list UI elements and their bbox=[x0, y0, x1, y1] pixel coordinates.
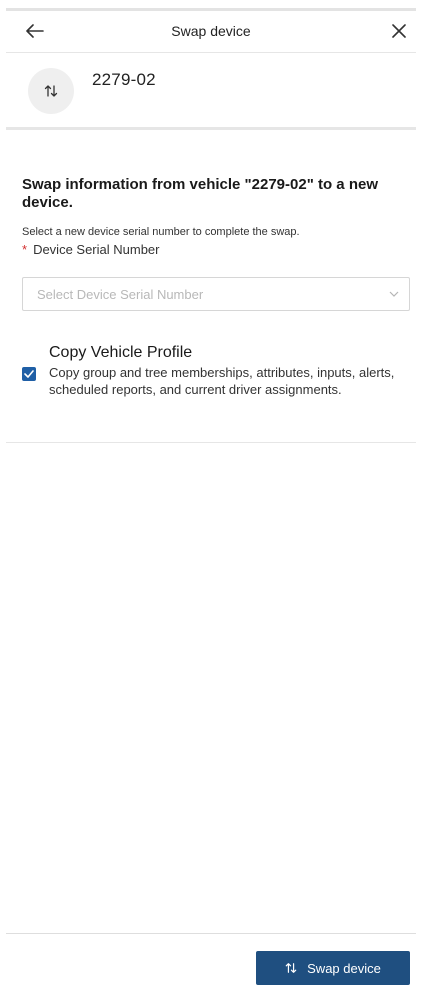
swap-form: Swap information from vehicle "2279-02" … bbox=[22, 176, 410, 311]
vehicle-avatar bbox=[28, 68, 74, 114]
swap-arrows-icon bbox=[285, 962, 297, 974]
header-divider bbox=[6, 52, 416, 53]
field-label-text: Device Serial Number bbox=[33, 242, 160, 257]
helper-text: Select a new device serial number to com… bbox=[22, 226, 300, 238]
copy-profile-checkbox[interactable] bbox=[22, 367, 36, 381]
form-heading: Swap information from vehicle "2279-02" … bbox=[22, 176, 378, 211]
copy-profile-row: Copy group and tree memberships, attribu… bbox=[22, 364, 410, 398]
select-placeholder: Select Device Serial Number bbox=[37, 286, 204, 302]
device-serial-select[interactable]: Select Device Serial Number bbox=[22, 277, 410, 311]
close-button[interactable] bbox=[386, 18, 412, 44]
top-divider bbox=[6, 8, 416, 11]
checkmark-icon bbox=[24, 370, 34, 378]
footer-divider bbox=[6, 933, 416, 934]
device-serial-label: * Device Serial Number bbox=[22, 242, 410, 257]
copy-profile-title: Copy Vehicle Profile bbox=[49, 344, 193, 361]
vehicle-summary: 2279-02 bbox=[28, 68, 156, 114]
panel-header: Swap device bbox=[6, 12, 416, 50]
vehicle-name: 2279-02 bbox=[92, 70, 156, 89]
swap-device-button[interactable]: Swap device bbox=[256, 951, 410, 985]
required-marker: * bbox=[22, 242, 28, 257]
copy-profile-description: Copy group and tree memberships, attribu… bbox=[49, 365, 395, 397]
swap-arrows-icon bbox=[44, 85, 58, 97]
arrow-left-icon bbox=[26, 24, 44, 38]
swap-device-panel: Swap device 2279-02 Swap information fro… bbox=[0, 0, 422, 985]
copy-profile-section: Copy Vehicle Profile Copy group and tree… bbox=[22, 344, 410, 398]
page-title: Swap device bbox=[171, 23, 251, 39]
section-divider bbox=[6, 127, 416, 130]
swap-device-button-label: Swap device bbox=[307, 960, 381, 976]
chevron-down-icon bbox=[389, 291, 399, 297]
copy-divider bbox=[6, 442, 416, 443]
close-icon bbox=[392, 24, 406, 38]
back-button[interactable] bbox=[22, 18, 48, 44]
